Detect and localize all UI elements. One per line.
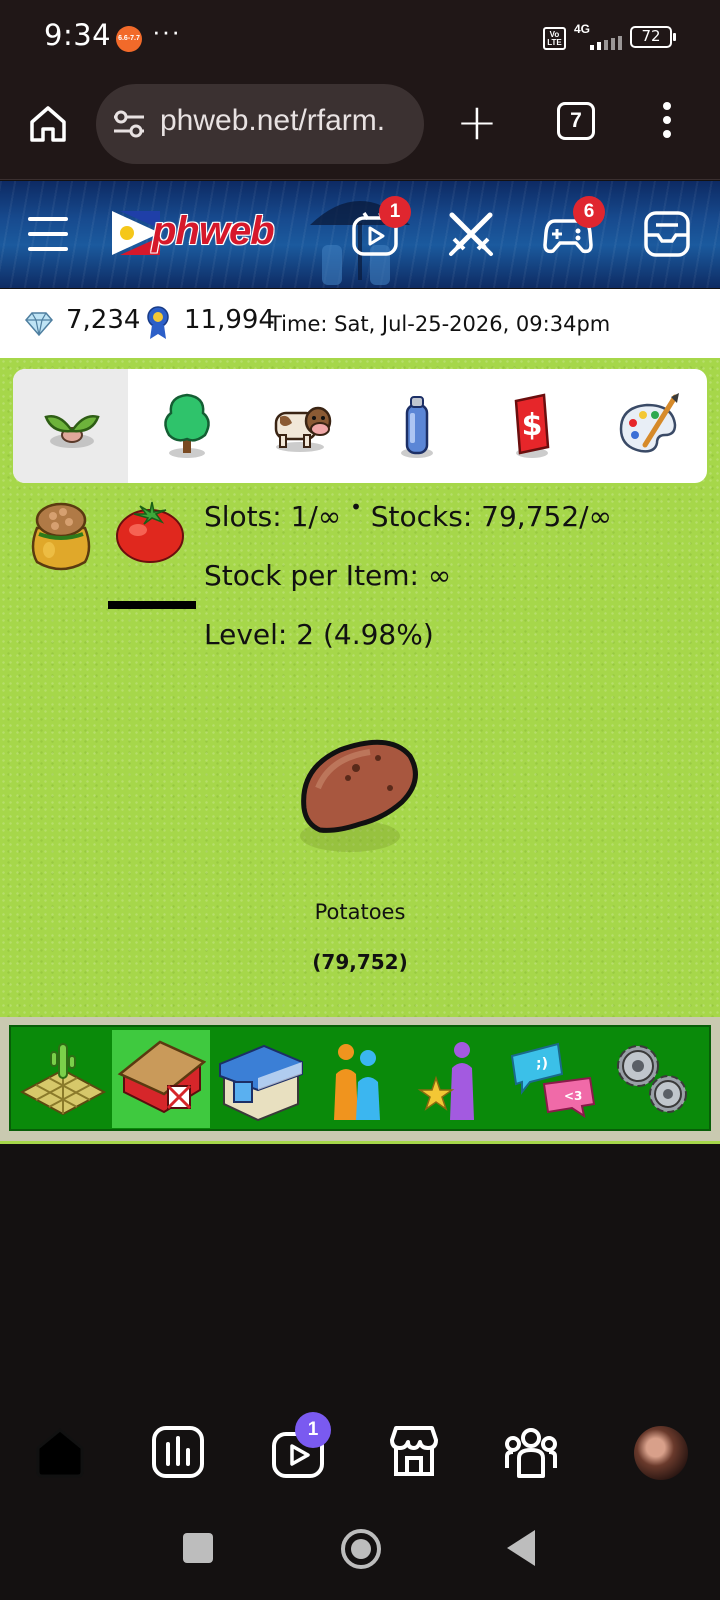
stocks-text: Stocks: 79,752/∞	[370, 500, 612, 533]
tools-tab[interactable]	[358, 369, 473, 483]
back-button[interactable]	[507, 1530, 535, 1566]
seeds-tab[interactable]	[13, 369, 128, 483]
status-time: 9:34	[44, 18, 112, 52]
tab-switcher-button[interactable]: 7	[557, 102, 595, 140]
animals-tab[interactable]	[243, 369, 358, 483]
settings-tab[interactable]	[602, 1030, 700, 1128]
chat-tab[interactable]: ;) <3	[504, 1030, 602, 1128]
market-tab[interactable]: $	[473, 369, 588, 483]
farm-land-tab[interactable]	[14, 1030, 112, 1128]
home-icon[interactable]	[26, 102, 70, 146]
potato-icon[interactable]	[290, 728, 430, 868]
trees-tab[interactable]	[128, 369, 243, 483]
medal-icon	[147, 306, 169, 339]
volte-icon: Vo LTE	[543, 27, 566, 50]
selected-item-indicator	[108, 601, 196, 609]
video-icon[interactable]: 1	[350, 196, 411, 259]
svg-text:$: $	[522, 408, 543, 443]
farm-area: $ Slots: 1/∞ • Stocks: 79,752/∞ Stock pe…	[0, 358, 720, 1144]
menu-icon[interactable]	[28, 217, 68, 253]
site-header: phweb 1 6	[0, 181, 720, 288]
ranking-tab[interactable]	[406, 1030, 504, 1128]
separator: •	[350, 495, 362, 519]
url-text: phweb.net/rfarm.	[160, 104, 386, 137]
slots-stocks-line: Slots: 1/∞ • Stocks: 79,752/∞	[204, 495, 612, 533]
games-badge: 6	[573, 196, 605, 228]
tomato-icon	[116, 501, 184, 563]
farm-nav-bar: ;) <3	[0, 1017, 720, 1141]
status-bar: 9:34 6.6-7.7 ··· Vo LTE 4G 72	[0, 0, 720, 78]
address-bar[interactable]: phweb.net/rfarm.	[96, 84, 424, 164]
app-home-icon[interactable]	[32, 1424, 88, 1480]
dollar-sign-icon: $	[514, 393, 550, 458]
groups-icon[interactable]	[503, 1424, 559, 1480]
browser-toolbar: phweb.net/rfarm. + 7	[0, 78, 720, 180]
spray-can-icon	[401, 396, 433, 458]
barn-tab[interactable]	[112, 1030, 210, 1128]
signal-icon	[576, 36, 622, 50]
home-button[interactable]	[341, 1529, 381, 1569]
more-notifications-icon: ···	[152, 16, 181, 46]
page: 9:34 6.6-7.7 ··· Vo LTE 4G 72 phweb.net/…	[0, 0, 720, 1600]
item-quantity: (79,752)	[312, 950, 408, 974]
neighbors-tab[interactable]	[308, 1030, 406, 1128]
video-badge: 1	[379, 196, 411, 228]
chat-bubbles-icon: ;) <3	[510, 1042, 596, 1119]
new-tab-button[interactable]: +	[456, 94, 498, 150]
stock-per-item-text: Stock per Item: ∞	[204, 559, 452, 592]
shopee-icon: 6.6-7.7	[116, 26, 142, 52]
shop-icon	[219, 1044, 303, 1122]
diamond-icon	[25, 312, 53, 337]
network-type: 4G	[574, 22, 591, 36]
people-icon	[334, 1044, 380, 1120]
gears-icon	[617, 1045, 687, 1113]
battle-swords-icon[interactable]	[446, 209, 496, 259]
svg-text:;): ;)	[536, 1056, 548, 1072]
level-text: Level: 2 (4.98%)	[204, 618, 434, 651]
gems-value: 7,234	[66, 305, 141, 335]
barn-icon	[117, 1040, 206, 1114]
palette-icon	[619, 393, 679, 453]
svg-text:<3: <3	[564, 1089, 582, 1103]
site-settings-icon[interactable]	[112, 108, 146, 140]
gamepad-icon[interactable]: 6	[543, 196, 605, 259]
server-time: Time: Sat, Jul-25-2026, 09:34pm	[269, 312, 611, 336]
currency-bar: 7,234 11,994 Time: Sat, Jul-25-2026, 09:…	[0, 289, 720, 358]
category-bar: $	[13, 369, 707, 483]
seed-bag-icon	[31, 502, 91, 571]
recents-button[interactable]	[183, 1533, 213, 1563]
logo-text: phweb	[152, 209, 275, 253]
app-bottom-nav: 1	[0, 1398, 720, 1508]
app-video-badge: 1	[295, 1412, 331, 1448]
medals-value: 11,994	[184, 305, 275, 335]
inbox-icon[interactable]	[642, 209, 692, 259]
star-person-icon	[417, 1042, 474, 1120]
farm-nav-inner: ;) <3	[9, 1025, 711, 1131]
system-nav-bar	[0, 1508, 720, 1600]
cow-icon	[274, 406, 332, 452]
phweb-logo[interactable]: phweb	[112, 207, 294, 259]
browser-menu-icon[interactable]	[661, 102, 673, 146]
sprout-icon	[44, 415, 100, 448]
battery-icon: 72	[630, 26, 676, 48]
item-name: Potatoes	[314, 900, 406, 924]
stats-icon[interactable]	[150, 1424, 206, 1480]
profile-avatar[interactable]	[634, 1426, 688, 1480]
tree-icon	[164, 393, 210, 458]
slots-text: Slots: 1/∞	[204, 500, 342, 533]
farm-plot-icon	[19, 1043, 107, 1116]
shop-tab[interactable]	[210, 1030, 308, 1128]
marketplace-icon[interactable]	[386, 1424, 442, 1480]
decor-tab[interactable]	[588, 369, 703, 483]
